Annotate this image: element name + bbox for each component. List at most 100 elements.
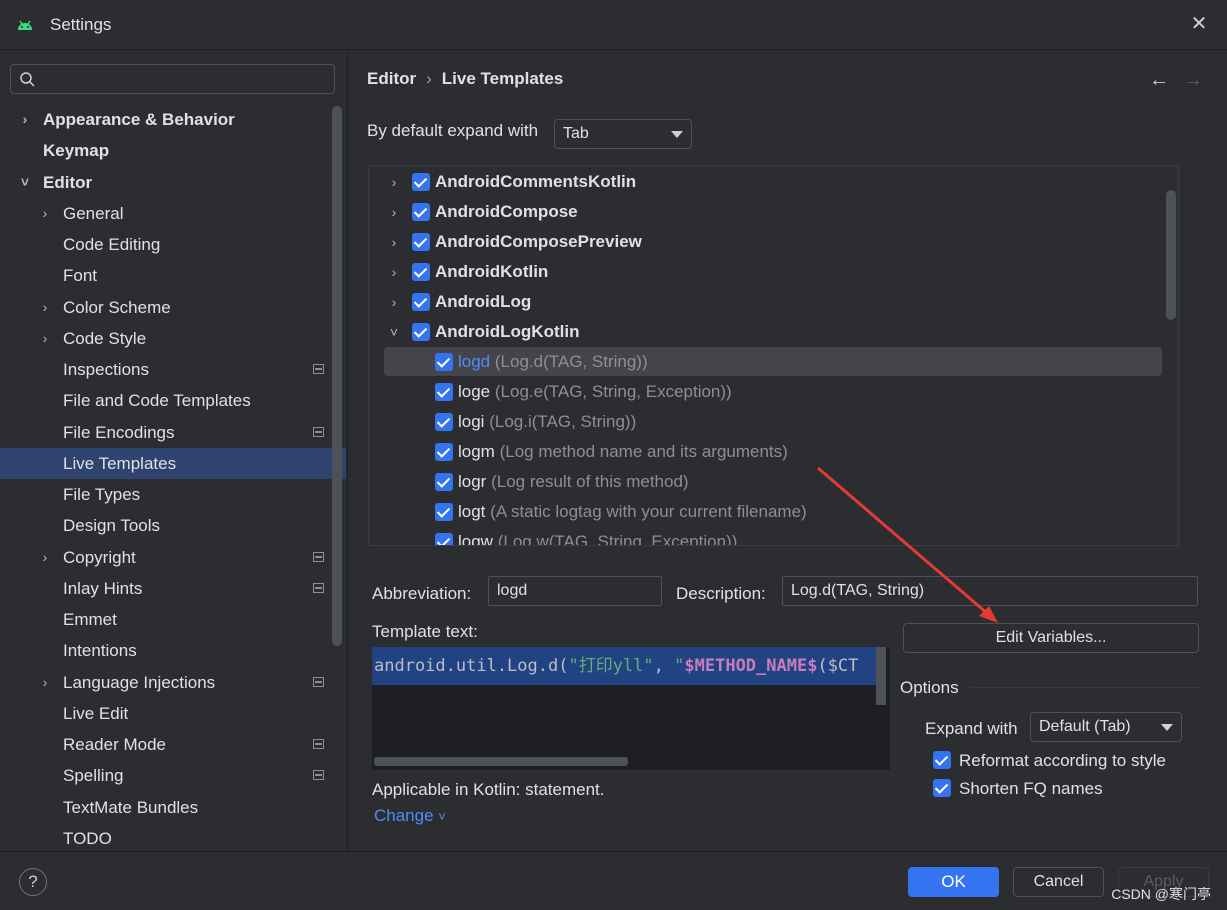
breadcrumb-editor[interactable]: Editor bbox=[367, 69, 416, 88]
chevron-right-icon[interactable]: › bbox=[387, 197, 401, 227]
editor-horizontal-scrollbar[interactable] bbox=[374, 757, 628, 766]
template-item-row[interactable]: logm (Log method name and its arguments) bbox=[369, 437, 1169, 467]
sidebar-item[interactable]: Inlay Hints bbox=[0, 573, 346, 604]
sidebar-item[interactable]: Design Tools bbox=[0, 510, 346, 541]
template-abbreviation: loge bbox=[458, 382, 491, 401]
chevron-down-icon[interactable]: ˅ bbox=[387, 317, 401, 347]
sidebar-item[interactable]: › Copyright bbox=[0, 542, 346, 573]
sidebar-item[interactable]: Live Edit bbox=[0, 698, 346, 729]
template-group-row[interactable]: › AndroidKotlin bbox=[369, 257, 1169, 287]
chevron-right-icon[interactable]: › bbox=[38, 323, 52, 354]
chevron-right-icon[interactable]: › bbox=[38, 667, 52, 698]
template-group-row[interactable]: › AndroidComposePreview bbox=[369, 227, 1169, 257]
sidebar-item[interactable]: File and Code Templates bbox=[0, 385, 346, 416]
template-checkbox[interactable] bbox=[435, 473, 453, 491]
template-group-name: AndroidCommentsKotlin bbox=[435, 172, 637, 191]
template-group-row[interactable]: ˅ AndroidLogKotlin bbox=[369, 317, 1169, 347]
help-icon[interactable]: ? bbox=[19, 868, 47, 896]
template-group-row[interactable]: › AndroidCommentsKotlin bbox=[369, 167, 1169, 197]
template-checkbox[interactable] bbox=[435, 503, 453, 521]
template-item-row[interactable]: logd (Log.d(TAG, String)) bbox=[369, 347, 1169, 377]
editor-vertical-scrollbar[interactable] bbox=[876, 647, 886, 705]
expand-with-label: Expand with bbox=[925, 719, 1018, 738]
search-icon bbox=[20, 72, 35, 87]
template-item-row[interactable]: logi (Log.i(TAG, String)) bbox=[369, 407, 1169, 437]
close-icon[interactable]: ✕ bbox=[1189, 14, 1209, 34]
template-abbreviation: logt bbox=[458, 502, 486, 521]
reformat-checkbox[interactable] bbox=[933, 751, 951, 769]
sidebar-item[interactable]: File Encodings bbox=[0, 417, 346, 448]
abbreviation-field[interactable]: logd bbox=[488, 576, 662, 606]
group-checkbox[interactable] bbox=[412, 173, 430, 191]
change-link[interactable]: Change ˅ bbox=[374, 806, 446, 826]
sidebar-item[interactable]: › General bbox=[0, 198, 346, 229]
expand-with-dropdown[interactable]: Default (Tab) bbox=[1030, 712, 1182, 742]
shorten-fq-checkbox[interactable] bbox=[933, 779, 951, 797]
sidebar-item[interactable]: › Appearance & Behavior bbox=[0, 104, 346, 135]
chevron-right-icon[interactable]: › bbox=[387, 227, 401, 257]
sidebar-item-label: Inlay Hints bbox=[63, 578, 143, 598]
template-checkbox[interactable] bbox=[435, 413, 453, 431]
template-group-row[interactable]: › AndroidLog bbox=[369, 287, 1169, 317]
sidebar-item[interactable]: Inspections bbox=[0, 354, 346, 385]
sidebar-item-label: TODO bbox=[63, 828, 112, 848]
description-field[interactable]: Log.d(TAG, String) bbox=[782, 576, 1198, 606]
code-string: "打印yll" bbox=[568, 656, 654, 676]
template-group-name: AndroidLog bbox=[435, 292, 532, 311]
group-checkbox[interactable] bbox=[412, 203, 430, 221]
template-abbreviation: logw bbox=[458, 532, 493, 546]
template-group-row[interactable]: › AndroidCompose bbox=[369, 197, 1169, 227]
sidebar-item[interactable]: Reader Mode bbox=[0, 729, 346, 760]
sidebar-item[interactable]: TextMate Bundles bbox=[0, 792, 346, 823]
sidebar-item[interactable]: Spelling bbox=[0, 760, 346, 791]
chevron-down-icon[interactable]: ˅ bbox=[18, 167, 32, 198]
chevron-right-icon[interactable]: › bbox=[387, 257, 401, 287]
group-checkbox[interactable] bbox=[412, 263, 430, 281]
chevron-right-icon[interactable]: › bbox=[38, 292, 52, 323]
chevron-right-icon[interactable]: › bbox=[38, 198, 52, 229]
template-checkbox[interactable] bbox=[435, 533, 453, 545]
template-item-row[interactable]: logr (Log result of this method) bbox=[369, 467, 1169, 497]
templates-scrollbar[interactable] bbox=[1166, 190, 1176, 320]
template-item-row[interactable]: loge (Log.e(TAG, String, Exception)) bbox=[369, 377, 1169, 407]
sidebar-item-label: Inspections bbox=[63, 360, 149, 379]
sidebar-item[interactable]: Code Editing bbox=[0, 229, 346, 260]
templates-tree-panel: › AndroidCommentsKotlin › AndroidCompose › An… bbox=[368, 165, 1180, 546]
cancel-button[interactable]: Cancel bbox=[1013, 867, 1104, 897]
edit-variables-button[interactable]: Edit Variables... bbox=[903, 623, 1199, 653]
chevron-right-icon[interactable]: › bbox=[387, 287, 401, 317]
chevron-right-icon[interactable]: › bbox=[387, 167, 401, 197]
ok-button[interactable]: OK bbox=[908, 867, 999, 897]
sidebar-item[interactable]: › Color Scheme bbox=[0, 292, 346, 323]
search-input[interactable] bbox=[10, 64, 335, 94]
default-expand-dropdown[interactable]: Tab bbox=[554, 119, 692, 149]
sidebar-item-label: Intentions bbox=[63, 641, 137, 661]
sidebar-item[interactable]: Keymap bbox=[0, 135, 346, 166]
sidebar-item[interactable]: File Types bbox=[0, 479, 346, 510]
forward-arrow-icon[interactable]: → bbox=[1183, 69, 1203, 91]
group-checkbox[interactable] bbox=[412, 323, 430, 341]
back-arrow-icon[interactable]: ← bbox=[1149, 69, 1169, 91]
template-item-row[interactable]: logt (A static logtag with your current … bbox=[369, 497, 1169, 527]
sidebar-item-label: Color Scheme bbox=[63, 297, 171, 317]
sidebar-item[interactable]: Intentions bbox=[0, 635, 346, 666]
template-checkbox[interactable] bbox=[435, 443, 453, 461]
sidebar-item-label: Code Style bbox=[63, 328, 147, 348]
template-description: (Log.i(TAG, String)) bbox=[489, 412, 637, 431]
sidebar-item[interactable]: Emmet bbox=[0, 604, 346, 635]
template-text-editor[interactable]: android.util.Log.d("打印yll", "$METHOD_NAM… bbox=[372, 647, 890, 770]
sidebar-item[interactable]: Font bbox=[0, 260, 346, 291]
template-item-row[interactable]: logw (Log.w(TAG, String, Exception)) bbox=[369, 527, 1169, 546]
sidebar-item[interactable]: TODO bbox=[0, 823, 346, 854]
sidebar-item[interactable]: Live Templates bbox=[0, 447, 346, 479]
sidebar-item[interactable]: ˅ Editor bbox=[0, 167, 346, 198]
sidebar-scrollbar[interactable] bbox=[332, 106, 342, 646]
sidebar-item[interactable]: › Code Style bbox=[0, 323, 346, 354]
sidebar-item[interactable]: › Language Injections bbox=[0, 667, 346, 698]
group-checkbox[interactable] bbox=[412, 233, 430, 251]
chevron-right-icon[interactable]: › bbox=[18, 104, 32, 135]
group-checkbox[interactable] bbox=[412, 293, 430, 311]
chevron-right-icon[interactable]: › bbox=[38, 542, 52, 573]
template-checkbox[interactable] bbox=[435, 383, 453, 401]
template-checkbox[interactable] bbox=[435, 353, 453, 371]
